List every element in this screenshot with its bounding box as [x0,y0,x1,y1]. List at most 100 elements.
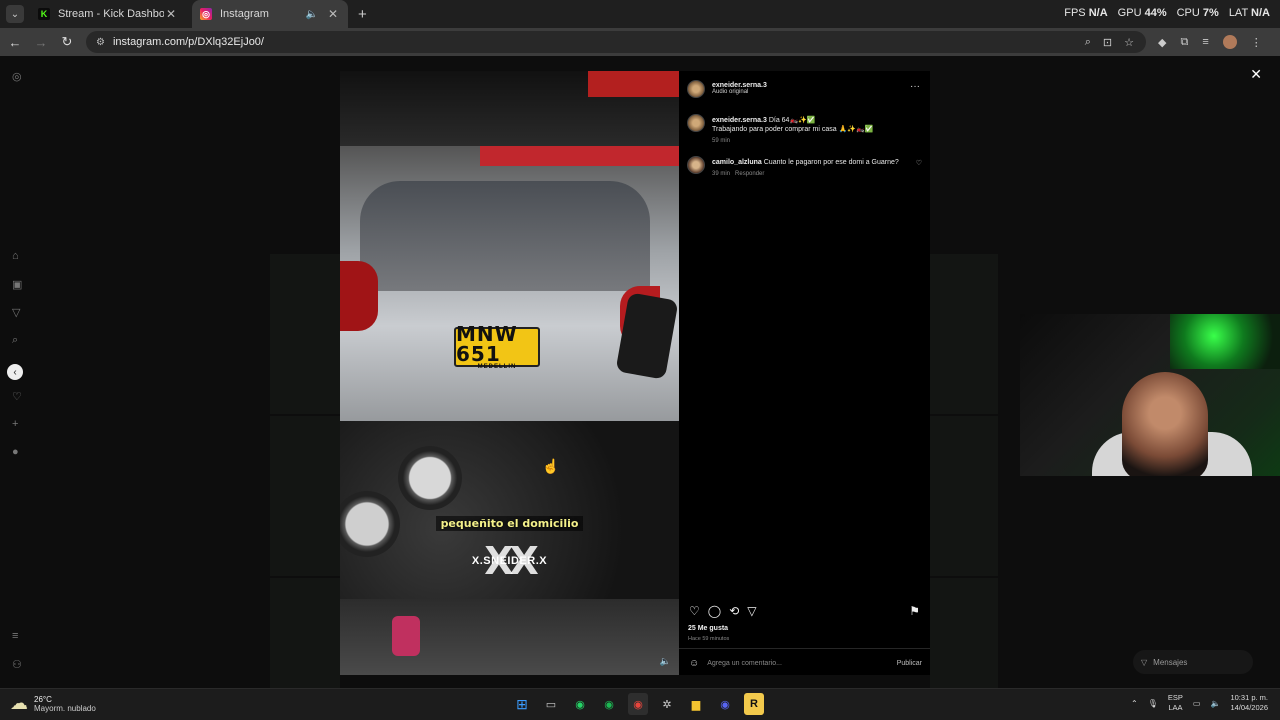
posted-time: Hace 59 minutos [688,636,730,642]
tab-title: Stream - Kick Dashboard [58,8,164,20]
settings-icon[interactable]: ✲ [657,693,677,715]
tab-search-button[interactable]: ⌄ [6,5,24,23]
caption-line2: Trabajando para poder comprar mi casa 🙏✨… [712,126,874,133]
background-post-tile [270,254,340,414]
reload-icon[interactable]: ↻ [56,34,78,50]
taskbar-apps: ⊞ ▭ ◉ ◉ ◉ ✲ ▆ ◉ R [512,693,764,715]
volume-icon[interactable]: 🔈 [1210,699,1220,708]
caption-line1: Día 64🏍️✨✅ [768,117,816,124]
meta-icon[interactable]: ⚇ [12,658,22,671]
show-hidden-icons-chevron-icon[interactable]: ⌃ [1131,699,1138,708]
spotify-icon[interactable]: ◉ [599,693,619,715]
whatsapp-icon[interactable]: ◉ [570,693,590,715]
tab-strip: ⌄ K Stream - Kick Dashboard ✕ ◎ Instagra… [0,0,1280,28]
direct-icon[interactable]: ▽ [12,306,20,319]
repost-icon[interactable]: ⟲ [729,604,739,618]
hand-cursor-icon: ☝ [542,458,560,474]
cpu-stat: CPU 7% [1176,7,1219,19]
author-avatar[interactable] [687,114,705,132]
comment-username[interactable]: camilo_alzluna [712,159,762,166]
new-tab-button[interactable]: + [358,6,367,23]
weather-widget[interactable]: ☁ 26°C Mayorm. nublado [10,693,96,714]
home-icon[interactable]: ⌂ [12,250,19,262]
extension-icon[interactable]: ◆ [1158,36,1166,49]
post-header: exneider.serna.3 Audio original [687,80,767,98]
comment-time: 39 min [712,171,731,177]
site-info-icon[interactable]: ⚙ [96,37,105,48]
emoji-icon[interactable]: ☺ [689,658,699,669]
chrome-icon[interactable]: ◉ [628,693,648,715]
clock[interactable]: 10:31 p. m. 14/04/2026 [1230,693,1268,713]
background-post-tile [930,416,998,576]
volume-icon[interactable]: 🔈 [660,656,671,667]
forward-arrow-icon[interactable]: → [30,35,52,50]
more-menu-icon[interactable]: ≡ [12,630,18,642]
install-app-icon[interactable]: ⊡ [1103,36,1112,49]
bookmark-star-icon[interactable]: ☆ [1124,36,1134,49]
reading-list-icon[interactable]: ≡ [1202,36,1208,48]
plate-city: MEDELLIN [477,364,517,370]
address-bar[interactable]: ⚙ instagram.com/p/DXlq32EjJo0/ ⌕ ⊡ ☆ [86,31,1146,53]
windows-start-icon[interactable]: ⊞ [512,693,532,715]
speaker-icon[interactable]: 🔈 [306,9,318,20]
likes-count[interactable]: 25 Me gusta [688,625,728,632]
instagram-logo-icon[interactable]: ◎ [12,70,22,83]
instagram-page: ◎ ⌂ ▣ ▽ ⌕ ‹ ♡ + ● ≡ ⚇ ✕ MNW 651 MEDELLIN… [0,56,1280,688]
tab-instagram[interactable]: ◎ Instagram 🔈 ✕ [192,0,348,28]
windows-taskbar: ☁ 26°C Mayorm. nublado ⊞ ▭ ◉ ◉ ◉ ✲ ▆ ◉ R… [0,688,1280,720]
cloud-icon: ☁ [10,693,28,713]
background-post-tile [270,416,340,576]
commenter-avatar[interactable] [687,156,705,174]
browser-toolbar: ← → ↻ ⚙ instagram.com/p/DXlq32EjJo0/ ⌕ ⊡… [0,28,1280,56]
network-icon[interactable]: ▭ [1193,699,1201,708]
close-modal-icon[interactable]: ✕ [1250,66,1262,83]
caption-time: 59 min [712,138,731,144]
like-heart-icon[interactable]: ♡ [689,604,700,618]
task-view-icon[interactable]: ▭ [541,693,561,715]
zoom-icon[interactable]: ⌕ [1085,36,1091,49]
rockstar-launcher-icon[interactable]: R [744,693,764,715]
clock-time: 10:31 p. m. [1230,693,1268,702]
more-options-icon[interactable]: ··· [910,81,920,92]
post-video[interactable]: MNW 651 MEDELLIN pequeñito el domicilio … [340,71,679,675]
performance-overlay: FPS N/A GPU 44% CPU 7% LAT N/A [1064,7,1270,19]
extensions-puzzle-icon[interactable]: ⧉ [1180,36,1188,49]
instagram-icon: ◎ [200,8,212,20]
close-tab-icon[interactable]: ✕ [326,7,340,21]
author-avatar[interactable] [687,80,705,98]
reply-link[interactable]: Responder [735,171,764,177]
comment-bubble-icon[interactable]: ◯ [708,604,721,618]
url-text[interactable]: instagram.com/p/DXlq32EjJo0/ [113,36,1085,48]
tab-title: Instagram [220,8,269,20]
profile-icon[interactable]: ● [12,446,19,458]
post-caption: exneider.serna.3 Día 64🏍️✨✅ Trabajando p… [687,114,873,144]
like-comment-heart-icon[interactable]: ♡ [916,159,922,167]
post-actions: ♡ ◯ ⟲ ▽ [689,604,757,618]
comment-input-row: ☺ Agrega un comentario... Publicar [689,658,922,669]
language-indicator[interactable]: ESP LAA [1168,693,1183,713]
notifications-heart-icon[interactable]: ♡ [12,390,22,403]
publish-button[interactable]: Publicar [897,660,922,667]
background-post-tile [930,578,998,688]
microphone-icon[interactable]: 🎙 [1148,699,1158,708]
previous-post-button[interactable]: ‹ [7,364,23,380]
close-tab-icon[interactable]: ✕ [164,7,178,21]
author-username[interactable]: exneider.serna.3 [712,82,767,89]
profile-avatar[interactable] [1222,35,1237,49]
tab-kick-dashboard[interactable]: K Stream - Kick Dashboard ✕ [30,0,186,28]
comment-text: Cuanto le pagaron por ese domi a Guarne? [763,159,899,166]
search-icon[interactable]: ⌕ [12,334,18,347]
caption-username[interactable]: exneider.serna.3 [712,117,767,124]
share-send-icon[interactable]: ▽ [747,604,756,618]
instagram-sidebar: ◎ ⌂ ▣ ▽ ⌕ ‹ ♡ + ● ≡ ⚇ [0,56,36,688]
comment-input[interactable]: Agrega un comentario... [707,660,896,667]
audio-label[interactable]: Audio original [712,89,767,95]
discord-icon[interactable]: ◉ [715,693,735,715]
create-icon[interactable]: + [12,418,18,430]
messages-button[interactable]: ▽ Mensajes [1133,650,1253,674]
save-bookmark-icon[interactable]: ⚑ [909,604,920,618]
back-arrow-icon[interactable]: ← [4,35,26,50]
file-explorer-icon[interactable]: ▆ [686,693,706,715]
menu-icon[interactable]: ⋮ [1251,36,1262,49]
reels-icon[interactable]: ▣ [12,278,22,291]
